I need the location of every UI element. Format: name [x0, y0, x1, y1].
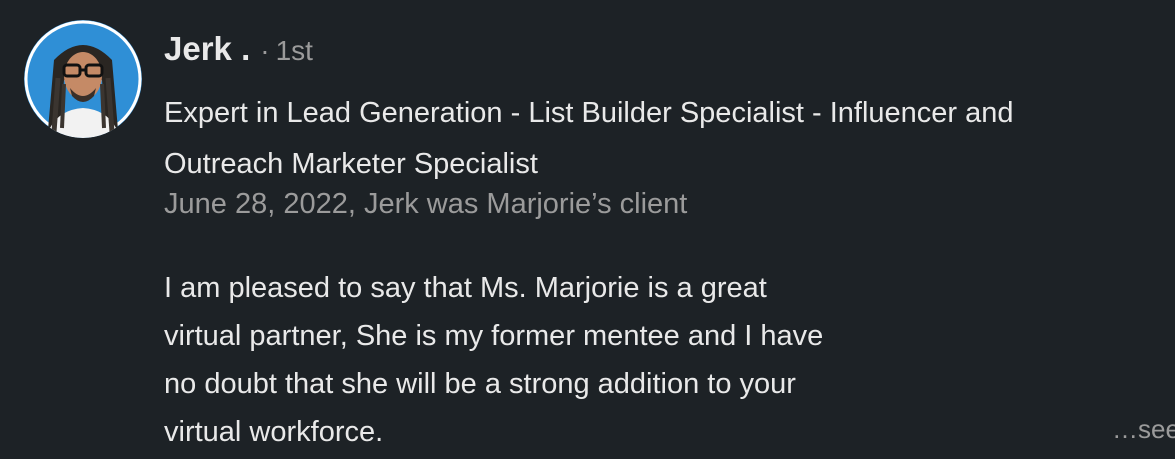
- see-more-button[interactable]: …see: [1112, 414, 1175, 445]
- recommendation-text: I am pleased to say that Ms. Marjorie is…: [164, 264, 823, 456]
- avatar[interactable]: [24, 20, 142, 138]
- headline-line: Expert in Lead Generation - List Builder…: [164, 97, 1014, 129]
- recommendation-line: I am pleased to say that Ms. Marjorie is…: [164, 272, 767, 304]
- headline-line: Outreach Marketer Specialist: [164, 148, 538, 180]
- recommendation-line: virtual partner, She is my former mentee…: [164, 320, 824, 352]
- profile-photo-icon: [24, 20, 142, 138]
- recommender-name-link[interactable]: Jerk .: [164, 30, 250, 68]
- recommendation-line: no doubt that she will be a strong addit…: [164, 368, 796, 400]
- recommendation-line: virtual workforce.: [164, 416, 384, 448]
- recommender-headline: Expert in Lead Generation - List Builder…: [164, 88, 1175, 190]
- recommender-header: Jerk . · 1st: [164, 30, 313, 68]
- recommendation-card: Jerk . · 1st Expert in Lead Generation -…: [0, 0, 1175, 459]
- connection-degree: 1st: [275, 35, 313, 66]
- degree-separator: ·: [260, 35, 270, 66]
- relationship-meta: June 28, 2022, Jerk was Marjorie’s clien…: [164, 188, 688, 220]
